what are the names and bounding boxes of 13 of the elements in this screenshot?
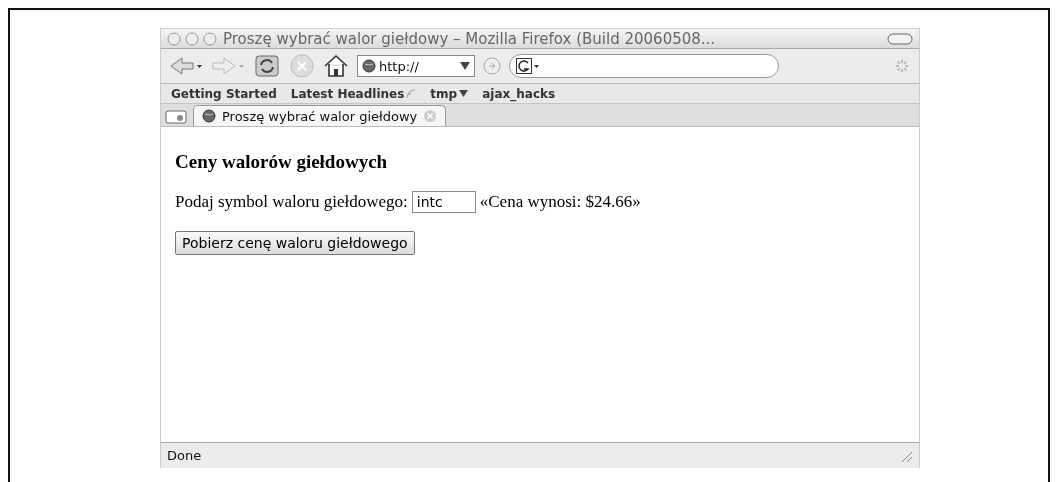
price-result: «Cena wynosi: $24.66» [479,192,641,212]
address-field[interactable]: http:// [357,55,475,77]
bookmark-link[interactable]: Latest Headlines [290,86,417,101]
prompt-label: Podaj symbol waloru giełdowego: [175,192,408,212]
browser-tab[interactable]: Proszę wybrać walor giełdowy [193,105,447,126]
status-text: Done [167,448,203,463]
get-price-button[interactable]: Pobierz cenę waloru giełdowego [175,231,415,255]
symbol-field[interactable]: intc [411,191,476,213]
bookmark-link[interactable]: Getting Started [171,86,277,101]
bookmark-link[interactable]: tmp [430,86,469,101]
window-title: Proszę wybrać walor giełdowy – Mozilla Firefox (Build 20060508... [223,29,717,48]
bookmark-link[interactable]: ajax_hacks [482,86,556,101]
page-heading: Ceny walorów giełdowych [175,151,389,173]
